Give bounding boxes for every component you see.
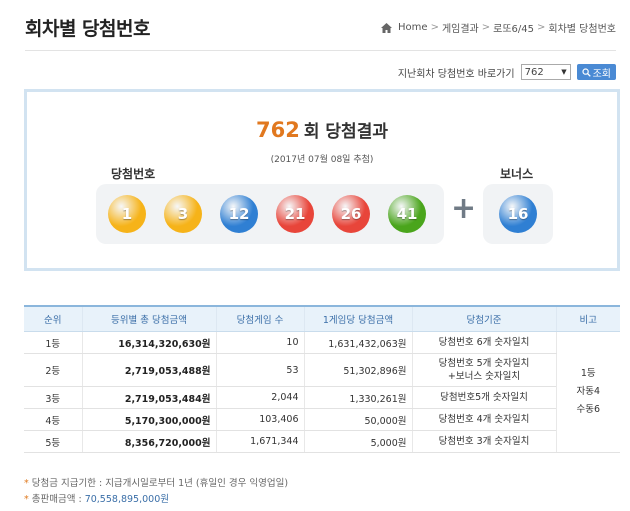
count-cell: 10 <box>215 331 304 354</box>
criteria-text: 당첨번호 6개 숫자일치 <box>438 337 530 348</box>
footnotes: * 당첨금 지급기한 : 지급개시일로부터 1년 (휴일인 경우 익영업일) * 총… <box>24 476 288 508</box>
chevron-right-icon: > <box>430 22 439 33</box>
per-game-cell: 1,330,261원 <box>303 386 412 409</box>
table-header-row: 순위 등위별 총 당첨금액 당첨게임 수 1게임당 당첨금액 당첨기준 비고 <box>24 305 620 332</box>
chevron-right-icon: > <box>481 22 491 33</box>
draw-result-panel: 762 회 당첨결과 (2017년 07월 08일 추첨) 당첨번호 보너스 1 … <box>24 89 620 271</box>
home-icon[interactable] <box>381 22 393 33</box>
table-row: 5등 8,356,720,000원 1,671,344 5,000원 당첨번호 … <box>24 430 620 453</box>
header-total: 등위별 총 당첨금액 <box>81 305 216 332</box>
per-game-cell: 1,631,432,063원 <box>303 331 412 354</box>
bonus-ball: 16 <box>499 195 537 233</box>
winning-numbers-label: 당첨번호 <box>111 167 156 181</box>
criteria-text: 당첨번호 5개 숫자일치 <box>438 358 530 369</box>
draw-number: 762 <box>256 118 300 142</box>
table-row: 1등 16,314,320,630원 10 1,631,432,063원 당첨번… <box>24 331 620 453</box>
criteria-cell: 당첨번호 3개 숫자일치 <box>411 430 556 453</box>
draw-date: (2017년 07월 08일 추첨) <box>270 155 374 165</box>
breadcrumb-home[interactable]: Home <box>398 22 428 33</box>
count-cell: 53 <box>215 353 304 387</box>
title-divider <box>25 50 616 51</box>
payout-text: 당첨금 지급기한 : 지급개시일로부터 1년 (휴일인 경우 익영업일) <box>31 478 289 489</box>
note-line: 자동4 <box>576 386 601 397</box>
round-select[interactable]: 762 ▼ <box>520 64 571 80</box>
header-count: 당첨게임 수 <box>215 305 304 332</box>
criteria-cell: 당첨번호 5개 숫자일치 +보너스 숫자일치 <box>411 353 556 387</box>
rank-cell: 4등 <box>24 408 82 431</box>
number-ball: 21 <box>276 195 314 233</box>
header-rank: 순위 <box>24 305 82 332</box>
header-per-game: 1게임당 당첨금액 <box>303 305 412 332</box>
page-title: 회차별 당첨번호 <box>25 18 150 40</box>
rank-cell: 1등 <box>24 331 82 354</box>
count-cell: 103,406 <box>215 408 304 431</box>
criteria-cell: 당첨번호 6개 숫자일치 <box>411 331 556 354</box>
criteria-text: +보너스 숫자일치 <box>447 371 521 382</box>
header-note: 비고 <box>555 305 620 332</box>
breadcrumb-lotto[interactable]: 로또6/45 <box>493 20 534 35</box>
count-cell: 2,044 <box>215 386 304 409</box>
number-ball: 1 <box>108 195 146 233</box>
sales-label: 총판매금액 : <box>31 494 82 505</box>
bonus-number-panel: 16 <box>483 184 553 244</box>
total-cell: 2,719,053,488원 <box>81 353 216 387</box>
search-button[interactable]: 조회 <box>576 64 616 80</box>
note-line: 1등 <box>580 368 596 379</box>
round-select-value: 762 <box>524 66 544 78</box>
number-ball: 26 <box>332 195 370 233</box>
table-row: 2등 2,719,053,488원 53 51,302,896원 당첨번호 5개… <box>24 353 620 387</box>
search-icon <box>581 67 591 77</box>
round-select-row: 지난회차 당첨번호 바로가기 762 ▼ 조회 <box>398 64 616 80</box>
draw-result-title: 762 회 당첨결과 <box>27 117 617 142</box>
draw-title-suffix: 회 당첨결과 <box>303 122 388 142</box>
criteria-text: 당첨번호 4개 숫자일치 <box>438 414 530 425</box>
header-criteria: 당첨기준 <box>411 305 556 332</box>
sales-amount: 70,558,895,000원 <box>84 494 169 505</box>
per-game-cell: 5,000원 <box>303 430 412 453</box>
criteria-cell: 당첨번호 4개 숫자일치 <box>411 408 556 431</box>
note-cell: 1등 자동4 수동6 <box>555 331 620 453</box>
sales-note: * 총판매금액 : 70,558,895,000원 <box>24 492 288 508</box>
rank-cell: 3등 <box>24 386 82 409</box>
chevron-down-icon: ▼ <box>561 68 567 76</box>
table-row: 4등 5,170,300,000원 103,406 50,000원 당첨번호 4… <box>24 408 620 431</box>
bullet-icon: * <box>24 478 29 489</box>
bullet-icon: * <box>24 494 29 505</box>
round-select-label: 지난회차 당첨번호 바로가기 <box>397 68 515 80</box>
number-ball: 12 <box>220 195 258 233</box>
total-cell: 8,356,720,000원 <box>81 430 216 453</box>
winning-numbers-panel: 1 3 12 21 26 41 <box>96 184 444 244</box>
total-cell: 16,314,320,630원 <box>81 331 216 354</box>
prize-table: 순위 등위별 총 당첨금액 당첨게임 수 1게임당 당첨금액 당첨기준 비고 1… <box>24 305 620 453</box>
breadcrumb-current: 회차별 당첨번호 <box>548 24 616 35</box>
count-cell: 1,671,344 <box>215 430 304 453</box>
number-ball: 41 <box>388 195 426 233</box>
criteria-text: 당첨번호5개 숫자일치 <box>440 392 528 403</box>
criteria-text: 당첨번호 3개 숫자일치 <box>438 436 530 447</box>
rank-cell: 2등 <box>24 353 82 387</box>
bonus-label: 보너스 <box>500 167 534 181</box>
table-row: 3등 2,719,053,484원 2,044 1,330,261원 당첨번호5… <box>24 386 620 409</box>
search-button-label: 조회 <box>592 68 611 80</box>
per-game-cell: 50,000원 <box>303 408 412 431</box>
per-game-cell: 51,302,896원 <box>303 353 412 387</box>
plus-icon: + <box>451 191 477 226</box>
breadcrumb: Home > 게임결과 > 로또6/45 > 회차별 당첨번호 <box>381 20 616 35</box>
breadcrumb-game-result[interactable]: 게임결과 <box>442 20 479 35</box>
criteria-cell: 당첨번호5개 숫자일치 <box>411 386 556 409</box>
number-ball: 3 <box>164 195 202 233</box>
note-line: 수동6 <box>576 404 601 415</box>
chevron-right-icon: > <box>537 22 546 33</box>
total-cell: 2,719,053,484원 <box>81 386 216 409</box>
rank-cell: 5등 <box>24 430 82 453</box>
total-cell: 5,170,300,000원 <box>81 408 216 431</box>
payout-note: * 당첨금 지급기한 : 지급개시일로부터 1년 (휴일인 경우 익영업일) <box>24 476 288 492</box>
